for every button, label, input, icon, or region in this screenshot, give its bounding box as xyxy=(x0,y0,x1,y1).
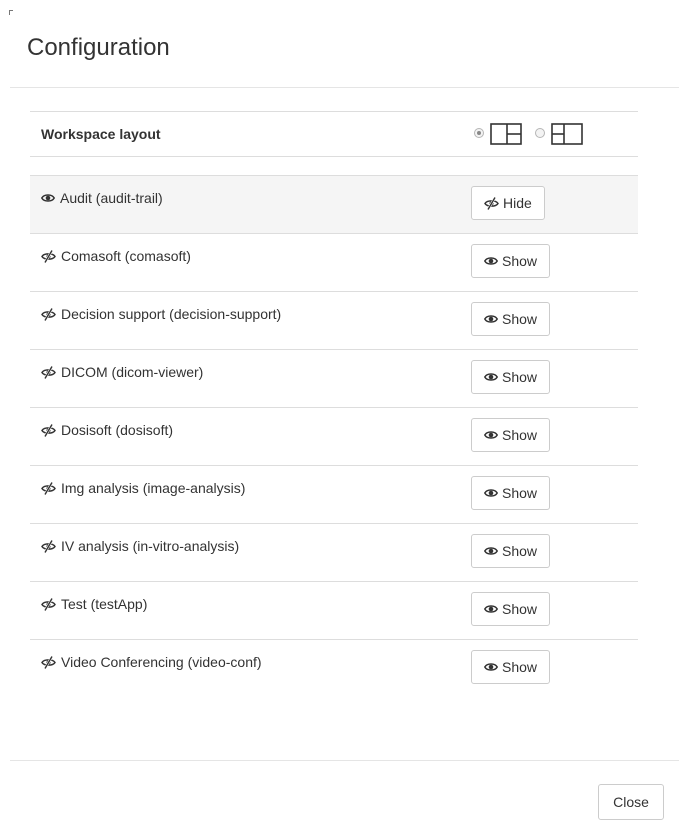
app-label: Audit (audit-trail) xyxy=(41,190,163,206)
eye-slash-icon xyxy=(41,655,56,669)
workspace-layout-label: Workspace layout xyxy=(41,126,161,142)
dialog-title: Configuration xyxy=(27,34,170,61)
toggle-button-label: Show xyxy=(502,601,538,617)
show-app-button[interactable]: Show xyxy=(471,360,551,394)
toggle-button-label: Hide xyxy=(503,195,532,211)
app-label-text: Video Conferencing (video-conf) xyxy=(61,654,262,670)
app-label: IV analysis (in-vitro-analysis) xyxy=(41,538,239,554)
app-row: Test (testApp) Show xyxy=(30,581,638,639)
eye-icon xyxy=(484,545,498,557)
hide-app-button[interactable]: Hide xyxy=(471,186,545,220)
app-label-text: Comasoft (comasoft) xyxy=(61,248,191,264)
app-row: Decision support (decision-support) Show xyxy=(30,291,638,349)
toggle-button-label: Show xyxy=(502,659,538,675)
dialog-footer: Close xyxy=(10,760,679,837)
eye-slash-icon xyxy=(41,481,56,495)
show-app-button[interactable]: Show xyxy=(471,534,551,568)
eye-slash-icon xyxy=(41,539,56,553)
app-label-text: Audit (audit-trail) xyxy=(60,190,163,206)
show-app-button[interactable]: Show xyxy=(471,244,551,278)
eye-icon xyxy=(484,661,498,673)
eye-icon xyxy=(484,255,498,267)
layout-option-1-radio[interactable] xyxy=(474,128,484,138)
layout-option-2-radio[interactable] xyxy=(535,128,545,138)
app-label: Video Conferencing (video-conf) xyxy=(41,654,262,670)
app-label: Img analysis (image-analysis) xyxy=(41,480,245,496)
app-row: DICOM (dicom-viewer) Show xyxy=(30,349,638,407)
workspace-layout-row: Workspace layout xyxy=(30,111,638,157)
app-row: Img analysis (image-analysis) Show xyxy=(30,465,638,523)
close-button[interactable]: Close xyxy=(598,784,664,820)
layout-split-right-icon[interactable] xyxy=(490,123,522,150)
toggle-button-label: Show xyxy=(502,253,538,269)
toggle-button-label: Show xyxy=(502,311,538,327)
eye-slash-icon xyxy=(41,307,56,321)
app-row: Video Conferencing (video-conf) Show xyxy=(30,639,638,697)
app-row: IV analysis (in-vitro-analysis) Show xyxy=(30,523,638,581)
eye-icon xyxy=(484,487,498,499)
toggle-button-label: Show xyxy=(502,369,538,385)
app-label: Decision support (decision-support) xyxy=(41,306,281,322)
apps-table: Audit (audit-trail) Hide Comasoft (comasof… xyxy=(30,175,638,697)
toggle-button-label: Show xyxy=(502,485,538,501)
show-app-button[interactable]: Show xyxy=(471,418,551,452)
eye-icon xyxy=(41,192,55,204)
app-label: DICOM (dicom-viewer) xyxy=(41,364,203,380)
eye-icon xyxy=(484,313,498,325)
app-label-text: Test (testApp) xyxy=(61,596,148,612)
eye-slash-icon xyxy=(41,365,56,379)
app-label: Dosisoft (dosisoft) xyxy=(41,422,173,438)
app-label: Comasoft (comasoft) xyxy=(41,248,191,264)
app-row: Dosisoft (dosisoft) Show xyxy=(30,407,638,465)
app-row: Audit (audit-trail) Hide xyxy=(30,175,638,233)
app-label: Test (testApp) xyxy=(41,596,147,612)
show-app-button[interactable]: Show xyxy=(471,592,551,626)
eye-icon xyxy=(484,429,498,441)
eye-slash-icon xyxy=(41,249,56,263)
show-app-button[interactable]: Show xyxy=(471,476,551,510)
app-label-text: Img analysis (image-analysis) xyxy=(61,480,246,496)
show-app-button[interactable]: Show xyxy=(471,302,551,336)
toggle-button-label: Show xyxy=(502,427,538,443)
app-label-text: Decision support (decision-support) xyxy=(61,306,282,322)
show-app-button[interactable]: Show xyxy=(471,650,551,684)
eye-icon xyxy=(484,371,498,383)
layout-split-left-icon[interactable] xyxy=(551,123,583,150)
eye-slash-icon xyxy=(484,196,499,210)
eye-icon xyxy=(484,603,498,615)
eye-slash-icon xyxy=(41,423,56,437)
app-label-text: Dosisoft (dosisoft) xyxy=(61,422,174,438)
app-label-text: DICOM (dicom-viewer) xyxy=(61,364,204,380)
app-label-text: IV analysis (in-vitro-analysis) xyxy=(61,538,240,554)
dialog-header: Configuration xyxy=(10,0,679,88)
toggle-button-label: Show xyxy=(502,543,538,559)
app-row: Comasoft (comasoft) Show xyxy=(30,233,638,291)
eye-slash-icon xyxy=(41,597,56,611)
